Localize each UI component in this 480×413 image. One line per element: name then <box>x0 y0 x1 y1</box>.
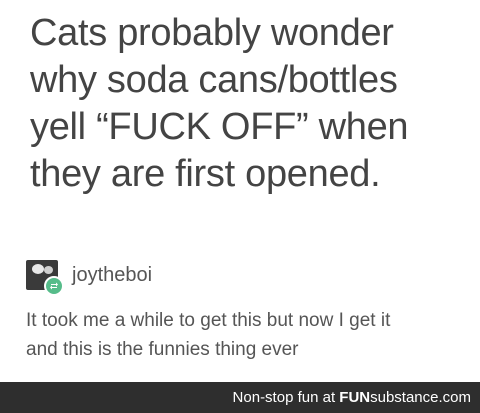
footer-brand-bold: FUN <box>339 389 371 406</box>
post-line: they are first opened. <box>30 153 381 195</box>
post-line: Cats probably wonder <box>30 12 394 54</box>
reply-line: and this is the funnies thing ever <box>26 339 299 360</box>
user-avatar-icon[interactable] <box>26 260 64 296</box>
reply-body: It took me a while to get this but now I… <box>26 306 476 364</box>
post-line: why soda cans/bottles <box>30 59 398 101</box>
footer-tagline: Non-stop fun at <box>232 389 340 406</box>
reblog-comment: joytheboi It took me a while to get this… <box>26 258 476 364</box>
reply-header: joytheboi <box>26 258 476 296</box>
post-line: yell “FUCK OFF” when <box>30 106 409 148</box>
meme-frame: Cats probably wonder why soda cans/bottl… <box>0 0 480 413</box>
avatar-face-right <box>44 266 53 274</box>
original-post-text: Cats probably wonder why soda cans/bottl… <box>30 10 470 198</box>
watermark-bar: Non-stop fun at FUNsubstance.com <box>0 382 480 413</box>
reply-line: It took me a while to get this but now I… <box>26 310 391 331</box>
reblog-icon <box>44 276 64 296</box>
footer-brand-rest: substance.com <box>370 389 471 406</box>
avatar-face-left <box>32 264 44 274</box>
username-link[interactable]: joytheboi <box>72 264 152 287</box>
